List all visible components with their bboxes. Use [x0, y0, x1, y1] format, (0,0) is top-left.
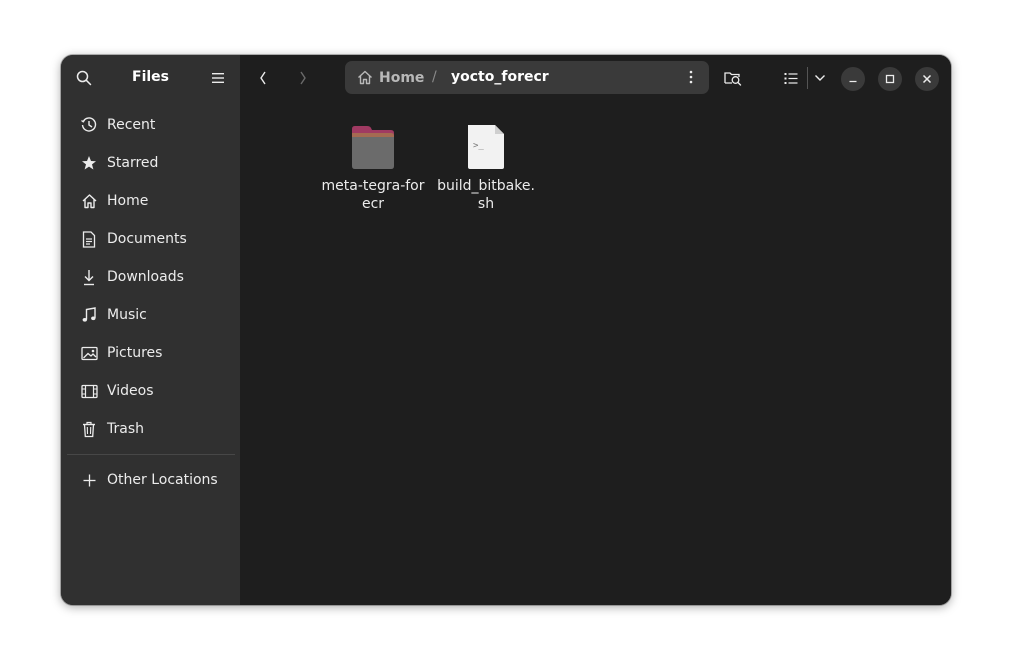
breadcrumb-home-label: Home [379, 69, 425, 86]
sidebar-item-label: Videos [107, 383, 154, 399]
svg-text:>_: >_ [473, 141, 484, 151]
other-locations-list: Other Locations [67, 461, 234, 499]
minimize-icon [849, 80, 857, 83]
sidebar-item-downloads[interactable]: Downloads [67, 258, 234, 296]
close-button[interactable] [915, 67, 939, 91]
back-button[interactable] [248, 63, 278, 93]
main-menu-button[interactable] [203, 63, 233, 93]
sidebar-item-label: Starred [107, 155, 159, 171]
document-icon [79, 229, 99, 249]
main-area: Home / yocto_forecr meta-tegra-forecr >_… [240, 55, 951, 605]
more-vertical-icon [689, 70, 693, 84]
download-icon [79, 267, 99, 287]
file-name: build_bitbake.sh [437, 178, 535, 212]
path-bar: Home / yocto_forecr [345, 61, 709, 94]
files-window: Files Recent Starred Home Documents Down… [61, 55, 951, 605]
sidebar-item-trash[interactable]: Trash [67, 410, 234, 448]
picture-icon [79, 343, 99, 363]
list-view-icon [784, 72, 798, 84]
forward-button[interactable] [288, 63, 318, 93]
sidebar-item-label: Recent [107, 117, 156, 133]
sidebar-item-starred[interactable]: Starred [67, 144, 234, 182]
sidebar-item-label: Home [107, 193, 149, 209]
sidebar-item-label: Trash [107, 421, 144, 437]
file-name: meta-tegra-forecr [321, 178, 425, 212]
maximize-icon [885, 74, 895, 84]
plus-icon [79, 470, 99, 490]
breadcrumb-current[interactable]: yocto_forecr [451, 69, 549, 85]
home-icon [79, 191, 99, 211]
chevron-left-icon [260, 71, 266, 85]
sidebar-item-label: Downloads [107, 269, 184, 285]
sidebar-item-label: Music [107, 307, 147, 323]
sidebar-divider [67, 454, 235, 455]
file-item-folder[interactable]: meta-tegra-forecr [321, 125, 425, 213]
sidebar-item-label: Documents [107, 231, 187, 247]
view-button-divider [807, 67, 808, 89]
sidebar-item-recent[interactable]: Recent [67, 106, 234, 144]
breadcrumb-separator: / [432, 69, 437, 85]
sidebar-item-other-locations[interactable]: Other Locations [67, 461, 234, 499]
home-icon [358, 70, 372, 85]
sidebar-item-label: Pictures [107, 345, 163, 361]
places-list: Recent Starred Home Documents Downloads … [67, 106, 234, 448]
minimize-button[interactable] [841, 67, 865, 91]
folder-icon [352, 126, 394, 169]
sidebar-item-pictures[interactable]: Pictures [67, 334, 234, 372]
sidebar-header: Files [61, 55, 240, 101]
maximize-button[interactable] [878, 67, 902, 91]
music-icon [79, 305, 99, 325]
chevron-down-icon [815, 75, 825, 81]
sidebar-item-label: Other Locations [107, 472, 218, 488]
search-in-folder-button[interactable] [718, 63, 748, 93]
sidebar-item-videos[interactable]: Videos [67, 372, 234, 410]
video-icon [79, 381, 99, 401]
sidebar: Files Recent Starred Home Documents Down… [61, 55, 240, 605]
close-icon [922, 74, 932, 84]
search-folder-icon [724, 72, 742, 86]
view-options-dropdown[interactable] [809, 63, 831, 93]
star-icon [79, 153, 99, 173]
clock-icon [79, 115, 99, 135]
sidebar-item-music[interactable]: Music [67, 296, 234, 334]
breadcrumb-home[interactable]: Home [357, 61, 424, 94]
sidebar-item-documents[interactable]: Documents [67, 220, 234, 258]
chevron-right-icon [300, 71, 306, 85]
path-menu-button[interactable] [677, 63, 705, 91]
list-view-button[interactable] [775, 63, 807, 93]
file-item-script[interactable]: >_ build_bitbake.sh [434, 125, 538, 213]
hamburger-menu-icon [212, 73, 224, 83]
shell-script-icon: >_ [468, 125, 504, 169]
trash-icon [79, 419, 99, 439]
sidebar-item-home[interactable]: Home [67, 182, 234, 220]
